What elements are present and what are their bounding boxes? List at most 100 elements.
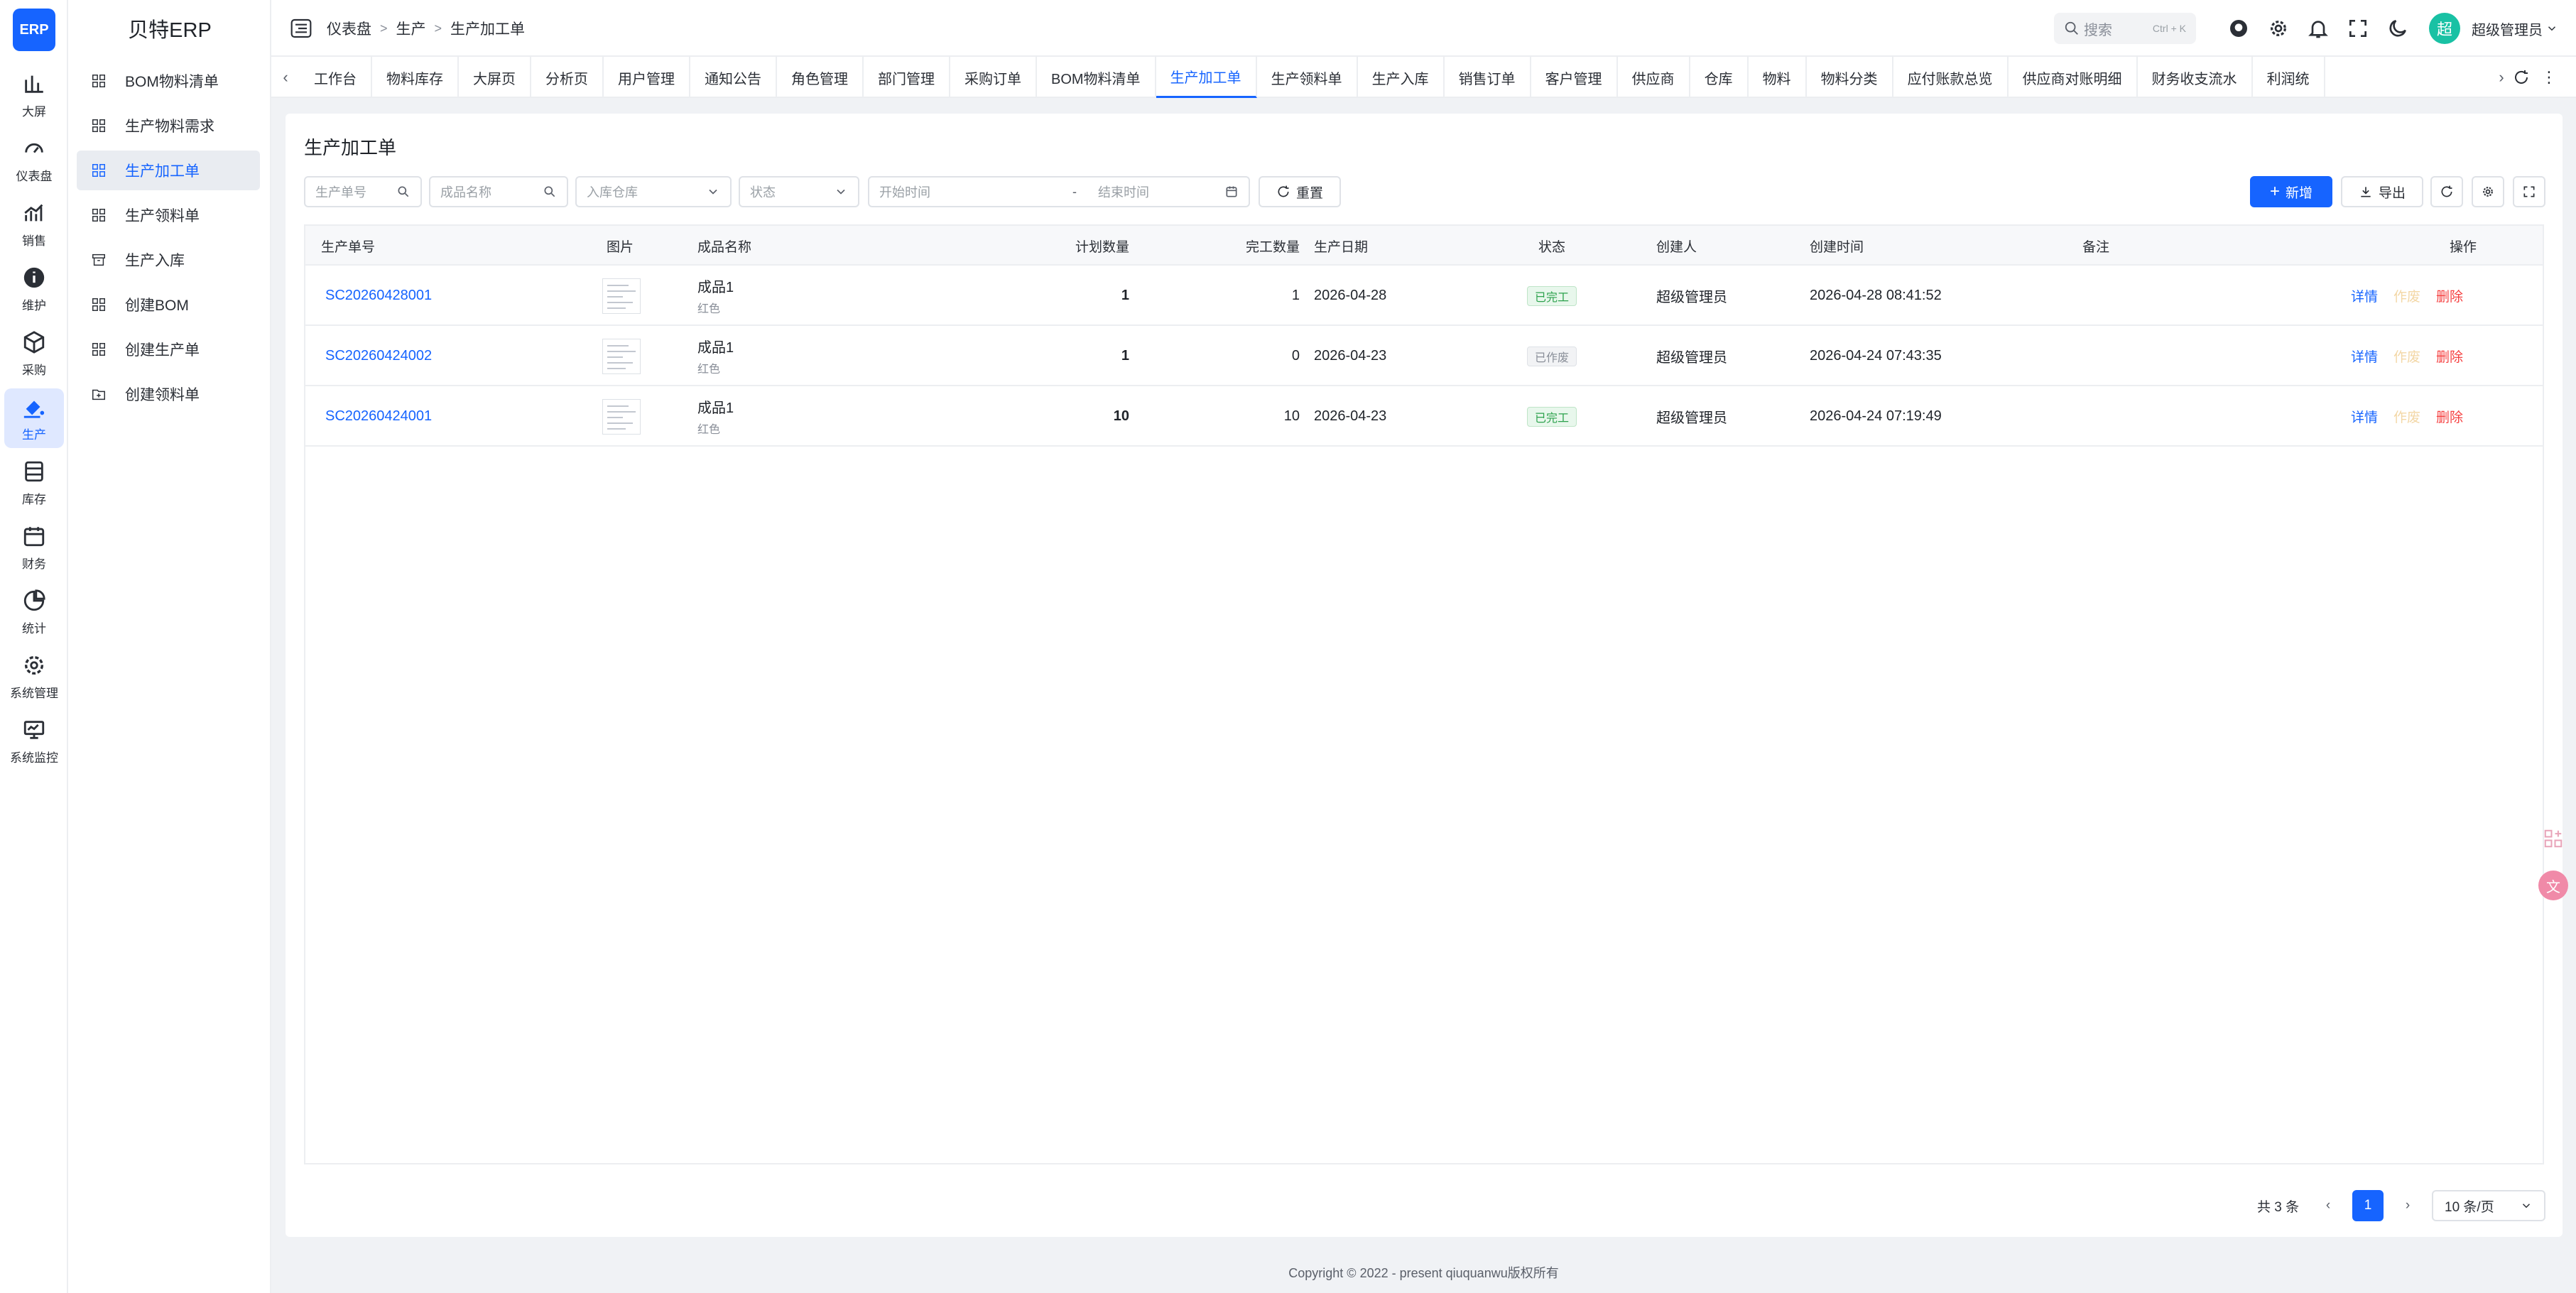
tab-11[interactable]: 生产领料单 [1257, 57, 1358, 98]
rail-item-9[interactable]: 系统管理 [4, 647, 64, 706]
void-button[interactable]: 作废 [2393, 407, 2420, 426]
date-range-picker[interactable]: 开始时间 - 结束时间 [868, 176, 1250, 207]
export-button[interactable]: 导出 [2341, 176, 2423, 207]
tab-14[interactable]: 客户管理 [1531, 57, 1618, 98]
table-refresh-button[interactable] [2430, 176, 2463, 207]
start-time-placeholder[interactable]: 开始时间 [879, 182, 930, 201]
tab-2[interactable]: 大屏页 [459, 57, 531, 98]
sidebar-item-2[interactable]: 生产加工单 [77, 151, 260, 190]
void-button[interactable]: 作废 [2393, 347, 2420, 366]
sidebar-item-0[interactable]: BOM物料清单 [77, 61, 260, 101]
menu-toggle-icon[interactable] [290, 17, 313, 40]
order-no-link[interactable]: SC20260428001 [325, 266, 432, 326]
order-no-input[interactable]: 生产单号 [304, 176, 422, 207]
sidebar-item-5[interactable]: 创建BOM [77, 285, 260, 324]
rail-item-8[interactable]: 统计 [4, 582, 64, 642]
chevron-down-icon [709, 189, 717, 195]
tab-3[interactable]: 分析页 [531, 57, 604, 98]
tab-4[interactable]: 用户管理 [604, 57, 690, 98]
reset-button[interactable]: 重置 [1259, 176, 1341, 207]
bell-icon[interactable] [2307, 17, 2330, 40]
order-no-link[interactable]: SC20260424001 [325, 386, 432, 447]
product-name-input[interactable]: 成品名称 [429, 176, 568, 207]
tab-scroll-left-icon[interactable]: ‹ [271, 57, 300, 98]
tab-19[interactable]: 应付账款总览 [1893, 57, 2009, 98]
col-order-no: 生产单号 [321, 239, 376, 255]
column-settings-button[interactable] [2472, 176, 2504, 207]
widget-icon[interactable] [2538, 824, 2568, 853]
tab-7[interactable]: 部门管理 [864, 57, 950, 98]
avatar[interactable]: 超 [2429, 13, 2460, 44]
rail-item-7[interactable]: 财务 [4, 518, 64, 577]
tab-21[interactable]: 财务收支流水 [2138, 57, 2253, 98]
sidebar-item-7[interactable]: 创建领料单 [77, 374, 260, 414]
tab-22[interactable]: 利润统 [2253, 57, 2325, 98]
tab-20[interactable]: 供应商对账明细 [2009, 57, 2138, 98]
github-icon[interactable] [2227, 17, 2250, 40]
breadcrumb-item[interactable]: 仪表盘 [327, 18, 371, 39]
rail-item-4[interactable]: 采购 [4, 324, 64, 383]
detail-button[interactable]: 详情 [2351, 286, 2378, 305]
tab-6[interactable]: 角色管理 [777, 57, 864, 98]
product-image[interactable] [602, 386, 641, 447]
page-size-select[interactable]: 10 条/页 [2432, 1190, 2545, 1221]
add-button[interactable]: + 新增 [2250, 176, 2332, 207]
warehouse-select[interactable]: 入库仓库 [575, 176, 732, 207]
tab-13[interactable]: 销售订单 [1445, 57, 1531, 98]
production-date: 2026-04-23 [1314, 348, 1387, 364]
translate-icon[interactable]: 文 [2538, 871, 2568, 900]
sidebar-item-3[interactable]: 生产领料单 [77, 195, 260, 235]
rail-item-10[interactable]: 系统监控 [4, 711, 64, 771]
table-fullscreen-button[interactable] [2513, 176, 2545, 207]
gear-icon[interactable] [2267, 17, 2290, 40]
tab-15[interactable]: 供应商 [1618, 57, 1690, 98]
delete-button[interactable]: 删除 [2436, 347, 2463, 366]
page-number[interactable]: 1 [2352, 1190, 2384, 1221]
tab-5[interactable]: 通知公告 [690, 57, 777, 98]
user-menu[interactable]: 超级管理员 [2472, 0, 2558, 57]
detail-button[interactable]: 详情 [2351, 407, 2378, 426]
tab-8[interactable]: 采购订单 [950, 57, 1037, 98]
global-search[interactable]: 搜索 Ctrl + K [2054, 13, 2196, 44]
col-plan-qty: 计划数量 [1075, 239, 1129, 255]
order-no-link[interactable]: SC20260424002 [325, 326, 432, 386]
tab-12[interactable]: 生产入库 [1358, 57, 1445, 98]
tab-16[interactable]: 仓库 [1690, 57, 1749, 98]
sidebar-item-6[interactable]: 创建生产单 [77, 329, 260, 369]
user-name: 超级管理员 [2472, 22, 2543, 38]
next-page-icon[interactable]: › [2392, 1190, 2423, 1221]
tab-0[interactable]: 工作台 [300, 57, 372, 98]
product-image[interactable] [602, 266, 641, 326]
tab-1[interactable]: 物料库存 [372, 57, 459, 98]
more-vertical-icon[interactable]: ⋮ [2541, 57, 2557, 98]
tab-18[interactable]: 物料分类 [1807, 57, 1893, 98]
sidebar-item-4[interactable]: 生产入库 [77, 240, 260, 280]
tab-17[interactable]: 物料 [1749, 57, 1807, 98]
product-image[interactable] [602, 326, 641, 386]
rail-item-2[interactable]: 销售 [4, 195, 64, 254]
breadcrumb-item[interactable]: 生产 [396, 18, 426, 39]
sidebar-item-1[interactable]: 生产物料需求 [77, 106, 260, 146]
prev-page-icon[interactable]: ‹ [2313, 1190, 2344, 1221]
delete-button[interactable]: 删除 [2436, 286, 2463, 305]
rail-item-1[interactable]: 仪表盘 [4, 130, 64, 190]
detail-button[interactable]: 详情 [2351, 347, 2378, 366]
end-time-placeholder[interactable]: 结束时间 [1098, 182, 1149, 201]
fullscreen-icon[interactable] [2347, 17, 2369, 40]
fullscreen-icon [2523, 186, 2535, 197]
rail-item-5[interactable]: 生产 [4, 388, 64, 448]
status-select[interactable]: 状态 [739, 176, 859, 207]
tab-9[interactable]: BOM物料清单 [1037, 57, 1156, 98]
delete-button[interactable]: 删除 [2436, 407, 2463, 426]
rail-item-6[interactable]: 库存 [4, 453, 64, 513]
rail-item-0[interactable]: 大屏 [4, 65, 64, 125]
done-qty: 1 [1291, 288, 1300, 303]
moon-icon[interactable] [2386, 17, 2409, 40]
chevron-right-icon: > [434, 21, 442, 36]
tab-10[interactable]: 生产加工单 [1156, 57, 1257, 98]
rail-item-3[interactable]: 维护 [4, 259, 64, 319]
tab-scroll-right-icon[interactable]: › [2487, 57, 2516, 98]
app-logo[interactable]: ERP [13, 9, 55, 51]
refresh-tab-icon[interactable] [2513, 69, 2530, 86]
void-button[interactable]: 作废 [2393, 286, 2420, 305]
